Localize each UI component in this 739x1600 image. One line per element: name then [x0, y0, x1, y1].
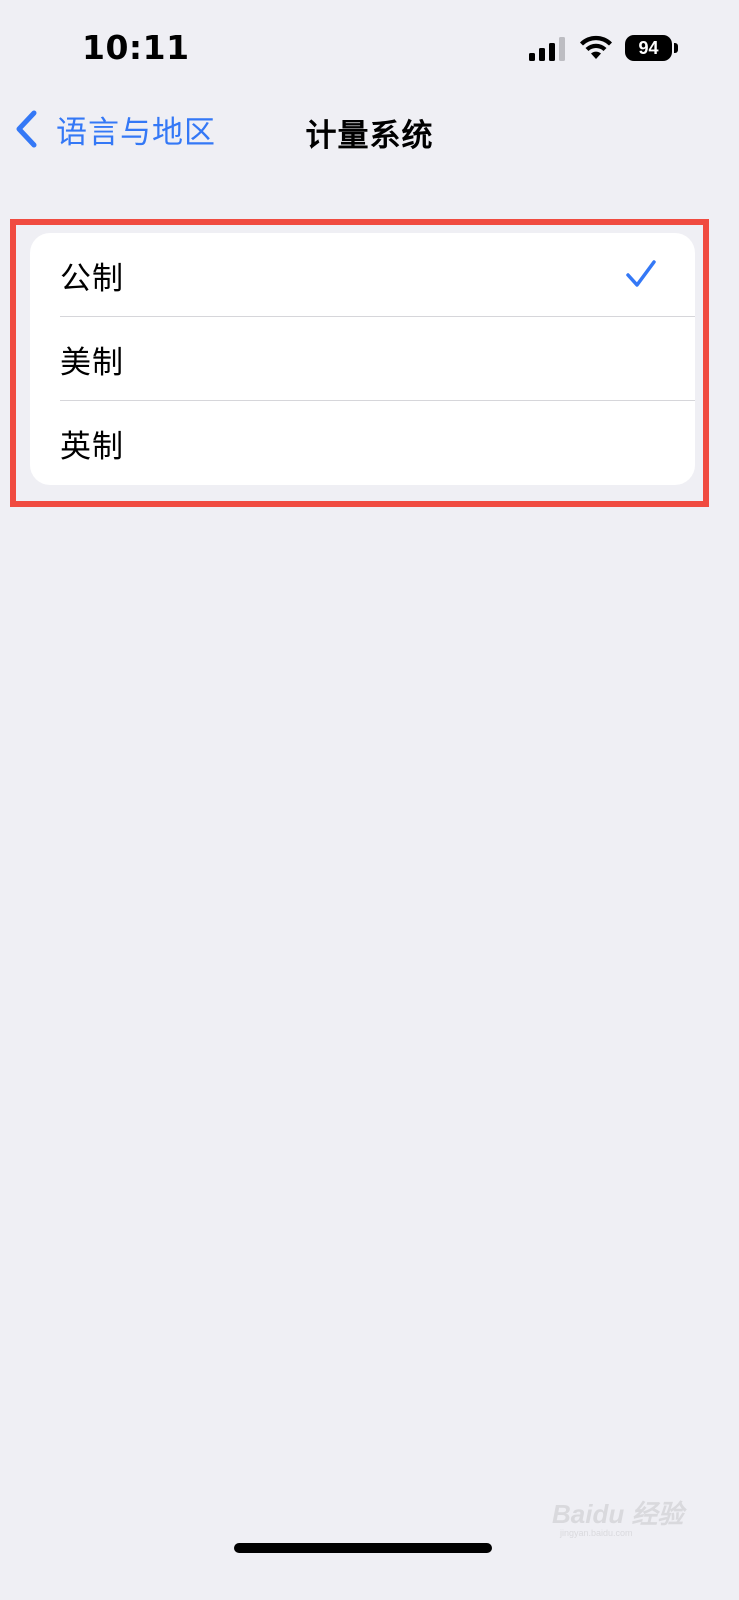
navigation-bar: 语言与地区 计量系统 [0, 96, 739, 162]
option-imperial[interactable]: 英制 [30, 401, 695, 485]
status-time: 10:11 [82, 28, 190, 67]
watermark-subtext: jingyan.baidu.com [560, 1528, 633, 1538]
battery-indicator: 94 [625, 35, 679, 61]
measurement-options-list: 公制 美制 英制 [30, 233, 695, 485]
option-label: 美制 [60, 344, 124, 381]
page-title-wrap: 计量系统 [0, 110, 739, 155]
option-label: 英制 [60, 428, 124, 465]
battery-cap [674, 43, 678, 53]
page-title: 计量系统 [305, 118, 434, 154]
cellular-signal-icon [529, 37, 565, 61]
option-label: 公制 [60, 260, 124, 297]
baidu-watermark: Baidu 经验 jingyan.baidu.com [552, 1488, 692, 1538]
option-metric[interactable]: 公制 [30, 233, 695, 317]
battery-level: 94 [625, 35, 672, 61]
home-indicator[interactable] [234, 1543, 492, 1553]
option-us[interactable]: 美制 [30, 317, 695, 401]
watermark-text: Baidu 经验 [552, 1499, 684, 1529]
checkmark-icon [626, 260, 656, 287]
wifi-icon [580, 35, 612, 59]
status-bar: 10:11 94 [0, 0, 739, 96]
